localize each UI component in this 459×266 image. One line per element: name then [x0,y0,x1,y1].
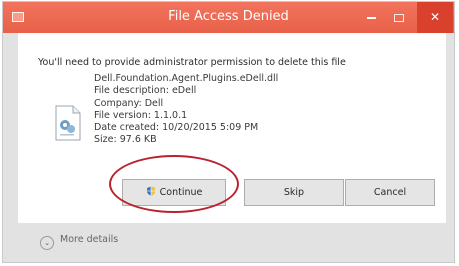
close-icon: ✕ [429,10,441,24]
minimize-icon [366,16,376,19]
more-details-label: More details [60,234,119,245]
file-icon [55,105,81,141]
chevron-down-icon: ⌄ [40,236,54,250]
file-size: Size: 97.6 KB [94,134,157,146]
uac-shield-icon [146,186,155,196]
file-version: File version: 1.1.0.1 [94,109,188,121]
minimize-button[interactable] [359,2,383,33]
title-bar[interactable]: File Access Denied ✕ [3,2,454,33]
skip-button[interactable]: Skip [244,179,344,206]
maximize-button[interactable] [387,2,411,33]
continue-label: Continue [159,187,203,198]
file-info: Dell.Foundation.Agent.Plugins.eDell.dll … [94,73,278,147]
cancel-button[interactable]: Cancel [345,179,435,206]
maximize-icon [394,13,404,22]
more-details-toggle[interactable]: ⌄ More details [40,234,118,250]
file-company: Company: Dell [94,97,164,109]
file-date-created: Date created: 10/20/2015 5:09 PM [94,122,259,134]
permission-message: You'll need to provide administrator per… [38,57,346,68]
dialog-content: You'll need to provide administrator per… [18,33,446,223]
file-description: File description: eDell [94,85,197,97]
close-button[interactable]: ✕ [417,2,453,33]
continue-button[interactable]: Continue [122,179,226,206]
file-name: Dell.Foundation.Agent.Plugins.eDell.dll [94,73,279,84]
dialog-window: File Access Denied ✕ You'll need to prov… [2,1,455,263]
